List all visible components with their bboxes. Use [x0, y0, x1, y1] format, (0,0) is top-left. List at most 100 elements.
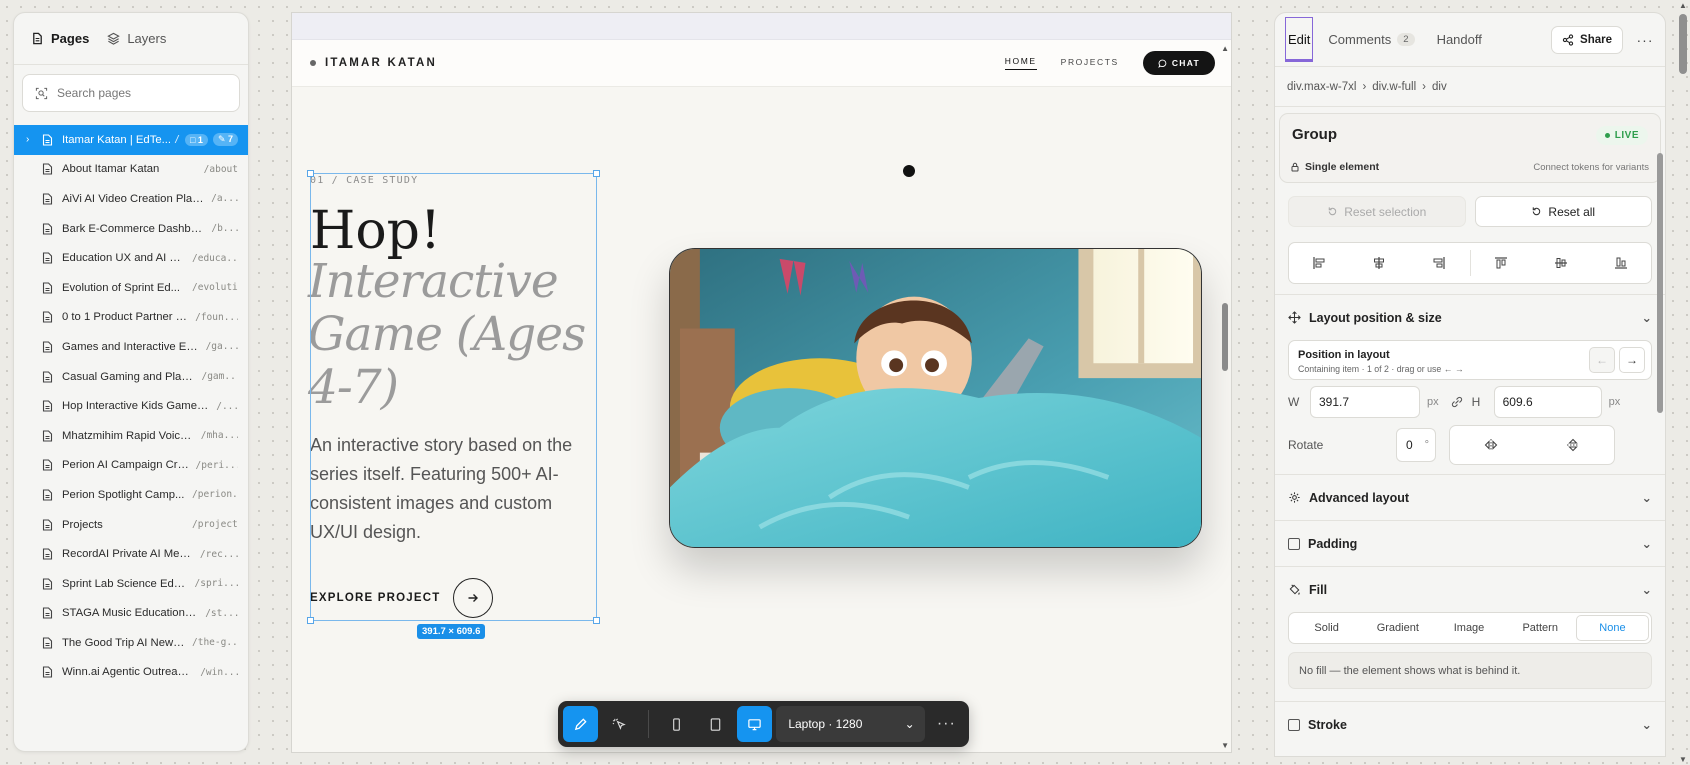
page-item[interactable]: 0 to 1 Product Partner for... /foun... — [14, 303, 248, 333]
share-button[interactable]: Share — [1551, 25, 1623, 54]
padding-section[interactable]: Padding ⌄ — [1275, 520, 1665, 566]
document-icon — [42, 252, 53, 264]
padding-checkbox[interactable] — [1288, 537, 1300, 550]
advanced-layout-section[interactable]: Advanced layout ⌄ — [1275, 474, 1665, 520]
connect-tokens-link[interactable]: Connect tokens for variants — [1533, 162, 1649, 173]
stroke-section[interactable]: Stroke ⌄ — [1275, 701, 1665, 747]
resize-handle-bottom-right[interactable] — [593, 617, 600, 624]
align-top-button[interactable] — [1471, 243, 1531, 283]
scroll-up-arrow-icon[interactable]: ▲ — [1679, 1, 1687, 10]
page-slug: / — [174, 134, 180, 146]
page-item[interactable]: Projects/projects — [14, 510, 248, 540]
canvas-scrollbar[interactable] — [1218, 40, 1231, 752]
page-item[interactable]: Perion Spotlight Camp... /perion... — [14, 480, 248, 510]
window-scrollbar[interactable]: ▲ ▼ — [1676, 0, 1690, 765]
move-next-button[interactable]: → — [1619, 347, 1645, 373]
page-item[interactable]: Hop Interactive Kids Game U... /... — [14, 391, 248, 421]
page-item[interactable]: AiVi AI Video Creation Platfo... /a... — [14, 184, 248, 214]
tab-layers[interactable]: Layers — [107, 31, 166, 46]
stroke-checkbox[interactable] — [1288, 718, 1300, 731]
nav-projects[interactable]: PROJECTS — [1061, 57, 1119, 70]
page-item[interactable]: STAGA Music Education U... /st... — [14, 599, 248, 629]
page-item[interactable]: Games and Interactive Exp... /ga... — [14, 332, 248, 362]
page-item[interactable]: Sprint Lab Science Educ... /spri... — [14, 569, 248, 599]
tab-handoff[interactable]: Handoff — [1437, 32, 1482, 47]
page-item[interactable]: RecordAI Private AI Meeti... /rec... — [14, 539, 248, 569]
tablet-view-button[interactable] — [698, 706, 733, 742]
explore-project-link[interactable]: EXPLORE PROJECT — [310, 578, 494, 618]
design-canvas[interactable]: ITAMAR KATAN HOME PROJECTS CHAT 01 / CAS… — [291, 12, 1232, 753]
live-dot-icon — [1604, 133, 1610, 138]
scroll-up-arrow-icon[interactable]: ▲ — [1221, 44, 1229, 53]
reset-icon — [1328, 207, 1337, 216]
height-input[interactable]: 609.6 — [1493, 386, 1602, 418]
align-center-h-button[interactable] — [1349, 243, 1409, 283]
nav-home[interactable]: HOME — [1004, 56, 1037, 70]
breadcrumb-item[interactable]: div.max-w-7xl — [1287, 81, 1356, 93]
fill-tab-solid[interactable]: Solid — [1291, 615, 1362, 641]
more-menu-icon[interactable]: ··· — [1635, 32, 1655, 48]
page-item[interactable]: Casual Gaming and Playful... /gam... — [14, 362, 248, 392]
resize-handle-top-right[interactable] — [593, 170, 600, 177]
page-slug: /spri... — [194, 578, 238, 590]
page-item[interactable]: Perion AI Campaign Crea... /peri... — [14, 451, 248, 481]
page-slug: /gam... — [201, 371, 238, 383]
flip-vertical-icon[interactable] — [1566, 438, 1580, 452]
tab-edit[interactable]: Edit — [1285, 17, 1314, 62]
page-item[interactable]: The Good Trip AI Newsl... /the-g... — [14, 628, 248, 658]
more-options-icon[interactable]: ··· — [929, 706, 964, 742]
page-item[interactable]: Bark E-Commerce Dashboar... /b... — [14, 214, 248, 244]
layout-section-header[interactable]: Layout position & size ⌄ — [1275, 294, 1665, 340]
search-input[interactable] — [57, 86, 227, 100]
breadcrumb-item[interactable]: div.w-full — [1372, 81, 1416, 93]
explore-arrow-button[interactable] — [453, 578, 494, 618]
resize-handle-bottom-left[interactable] — [307, 617, 314, 624]
breadcrumb-item[interactable]: div — [1432, 81, 1447, 93]
page-item[interactable]: Winn.ai Agentic Outreach ... /win... — [14, 658, 248, 688]
rotate-label: Rotate — [1288, 438, 1324, 452]
document-icon — [42, 518, 53, 531]
page-item[interactable]: About Itamar Katan/about — [14, 155, 248, 185]
align-bottom-button[interactable] — [1591, 243, 1651, 283]
desktop-view-button[interactable] — [737, 706, 773, 742]
page-item[interactable]: Evolution of Sprint Ed... /evoluti... — [14, 273, 248, 303]
reset-all-button[interactable]: Reset all — [1474, 196, 1652, 227]
align-middle-button[interactable] — [1531, 243, 1591, 283]
width-input[interactable]: 391.7 — [1310, 386, 1420, 418]
chevron-down-icon: ⌄ — [1641, 537, 1652, 551]
page-item[interactable]: Education UX and AI Pr... /educa... — [14, 243, 248, 273]
tab-comments[interactable]: Comments 2 — [1328, 32, 1415, 47]
page-item-home[interactable]: › Itamar Katan | EdTe... / □ 1 ✎ 7 — [14, 125, 248, 155]
page-slug: /a... — [211, 193, 238, 205]
inspector-scroll-thumb[interactable] — [1657, 153, 1663, 413]
canvas-scroll-thumb[interactable] — [1222, 303, 1228, 371]
document-icon — [42, 163, 53, 175]
document-icon — [42, 341, 53, 353]
scroll-down-arrow-icon[interactable]: ▼ — [1221, 741, 1229, 750]
window-scroll-thumb[interactable] — [1679, 14, 1687, 74]
reset-selection-button[interactable]: Reset selection — [1288, 196, 1466, 227]
chat-button[interactable]: CHAT — [1142, 51, 1215, 75]
fill-tab-pattern[interactable]: Pattern — [1505, 615, 1576, 641]
select-mode-button[interactable] — [602, 706, 637, 742]
tab-pages[interactable]: Pages — [31, 31, 89, 46]
fill-tab-gradient[interactable]: Gradient — [1362, 615, 1433, 641]
edit-mode-button[interactable] — [563, 706, 599, 742]
align-left-button[interactable] — [1289, 243, 1349, 283]
scroll-down-arrow-icon[interactable]: ▼ — [1679, 755, 1687, 764]
page-item[interactable]: Mhatzmihim Rapid Voice F... /mha... — [14, 421, 248, 451]
mobile-view-button[interactable] — [659, 706, 694, 742]
search-field[interactable] — [22, 74, 240, 112]
site-brand[interactable]: ITAMAR KATAN — [310, 57, 437, 69]
align-right-button[interactable] — [1409, 243, 1469, 283]
fill-section[interactable]: Fill ⌄ — [1275, 566, 1665, 612]
fill-tab-none[interactable]: None — [1575, 615, 1650, 641]
expand-chevron-icon[interactable]: › — [26, 134, 29, 145]
fill-tab-image[interactable]: Image — [1433, 615, 1504, 641]
device-size-select[interactable]: Laptop · 1280 ⌄ — [776, 706, 925, 742]
flip-horizontal-icon[interactable] — [1484, 438, 1498, 452]
link-dimensions-icon[interactable] — [1450, 395, 1464, 409]
hero-illustration[interactable] — [669, 248, 1202, 548]
rotate-input[interactable]: 0 ° — [1396, 428, 1436, 462]
move-prev-button[interactable]: ← — [1589, 347, 1615, 373]
